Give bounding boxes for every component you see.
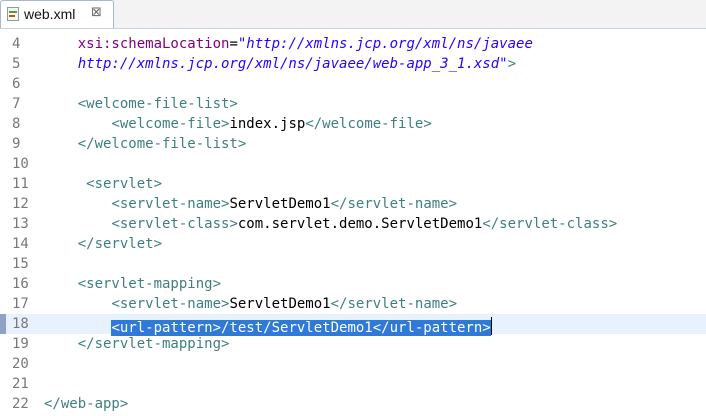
code-line[interactable]: 10	[0, 154, 706, 174]
code-text: </welcome-file-list>	[78, 134, 247, 154]
code-token: <servlet>	[86, 176, 162, 192]
code-line[interactable]: 22 </web-app>	[0, 394, 706, 414]
code-line[interactable]: 18 <url-pattern>/test/ServletDemo1</url-p…	[0, 314, 706, 336]
code-text: <welcome-file>index.jsp</welcome-file>	[111, 114, 431, 134]
code-text: <servlet-name>ServletDemo1</servlet-name…	[111, 194, 457, 214]
code-text: <servlet-mapping>	[78, 274, 221, 294]
line-number: 11	[12, 176, 29, 192]
editor-tab-bar: web.xml ⊠	[0, 0, 706, 29]
current-line-marker	[0, 314, 6, 334]
text-cursor	[490, 317, 492, 335]
code-line[interactable]: 17 <servlet-name>ServletDemo1</servlet-na…	[0, 294, 706, 314]
code-line[interactable]: 15	[0, 254, 706, 274]
code-token: </servlet-name>	[330, 196, 458, 212]
code-token: </web-app>	[44, 396, 129, 412]
code-text: </servlet>	[78, 234, 162, 254]
code-token: </servlet-name>	[330, 296, 458, 312]
code-line[interactable]: 8 <welcome-file>index.jsp</welcome-file>	[0, 114, 706, 134]
line-number: 4	[12, 36, 21, 52]
code-line[interactable]: 7 <welcome-file-list>	[0, 94, 706, 114]
code-token: </servlet-class>	[482, 216, 618, 232]
xml-file-icon	[7, 7, 19, 21]
tab-web-xml[interactable]: web.xml ⊠	[0, 0, 114, 28]
code-line[interactable]: 5 http://xmlns.jcp.org/xml/ns/javaee/web-…	[0, 54, 706, 74]
code-line[interactable]: 19 </servlet-mapping>	[0, 334, 706, 354]
close-icon[interactable]: ⊠	[91, 5, 102, 20]
line-number: 5	[12, 56, 21, 72]
code-token: </welcome-file-list>	[77, 136, 247, 152]
code-line[interactable]: 4 xsi:schemaLocation="http://xmlns.jcp.or…	[0, 34, 706, 54]
code-token: <servlet-name>	[111, 296, 230, 312]
code-line[interactable]: 9 </welcome-file-list>	[0, 134, 706, 154]
line-number: 21	[12, 376, 29, 392]
code-token: >	[507, 56, 517, 72]
code-token: <servlet-mapping>	[77, 276, 222, 292]
code-token: <welcome-file>	[111, 116, 230, 132]
code-line[interactable]: 6	[0, 74, 706, 94]
line-number: 6	[12, 76, 21, 92]
code-text: </servlet-mapping>	[78, 334, 230, 354]
code-token: index.jsp	[229, 116, 306, 132]
code-text: <servlet>	[86, 174, 162, 194]
code-token: </servlet>	[77, 236, 163, 252]
code-line[interactable]: 12 <servlet-name>ServletDemo1</servlet-na…	[0, 194, 706, 214]
tab-title: web.xml	[24, 6, 76, 22]
code-token: <servlet-name>	[111, 196, 230, 212]
code-text: <servlet-name>ServletDemo1</servlet-name…	[111, 294, 457, 314]
line-number: 16	[12, 276, 29, 292]
code-token: com.servlet.demo.ServletDemo1	[237, 216, 483, 232]
code-token: http://xmlns.jcp.org/xml/ns/javaee/web-a…	[77, 56, 508, 72]
line-number: 12	[12, 196, 29, 212]
code-token: "http://xmlns.jcp.org/xml/ns/javaee	[237, 36, 533, 52]
line-number: 22	[12, 396, 29, 412]
line-number: 9	[12, 136, 21, 152]
line-number: 17	[12, 296, 29, 312]
code-token: =	[229, 36, 238, 52]
code-line[interactable]: 20	[0, 354, 706, 374]
code-line[interactable]: 21	[0, 374, 706, 394]
line-number: 14	[12, 236, 29, 252]
code-token: <servlet-class>	[111, 216, 238, 232]
code-text: xsi:schemaLocation="http://xmlns.jcp.org…	[78, 34, 533, 54]
code-line[interactable]: 11 <servlet>	[0, 174, 706, 194]
code-token: </servlet-mapping>	[77, 336, 230, 352]
line-number: 13	[12, 216, 29, 232]
code-line[interactable]: 13 <servlet-class>com.servlet.demo.Servle…	[0, 214, 706, 234]
code-line[interactable]: 16 <servlet-mapping>	[0, 274, 706, 294]
code-text: <servlet-class>com.servlet.demo.ServletD…	[111, 214, 617, 234]
code-token: ServletDemo1	[229, 196, 331, 212]
code-text: <welcome-file-list>	[78, 94, 238, 114]
line-number: 10	[12, 156, 29, 172]
code-token: xsi:schemaLocation	[77, 36, 230, 52]
code-line[interactable]: 14 </servlet>	[0, 234, 706, 254]
line-number: 18	[12, 316, 29, 332]
code-text: http://xmlns.jcp.org/xml/ns/javaee/web-a…	[78, 54, 516, 74]
line-number: 15	[12, 256, 29, 272]
code-token: </welcome-file>	[305, 116, 432, 132]
code-token: <welcome-file-list>	[77, 96, 238, 112]
line-number: 7	[12, 96, 21, 112]
code-text: </web-app>	[44, 394, 128, 414]
line-number: 8	[12, 116, 21, 132]
line-number: 19	[12, 336, 29, 352]
line-number: 20	[12, 356, 29, 372]
code-token: ServletDemo1	[229, 296, 331, 312]
